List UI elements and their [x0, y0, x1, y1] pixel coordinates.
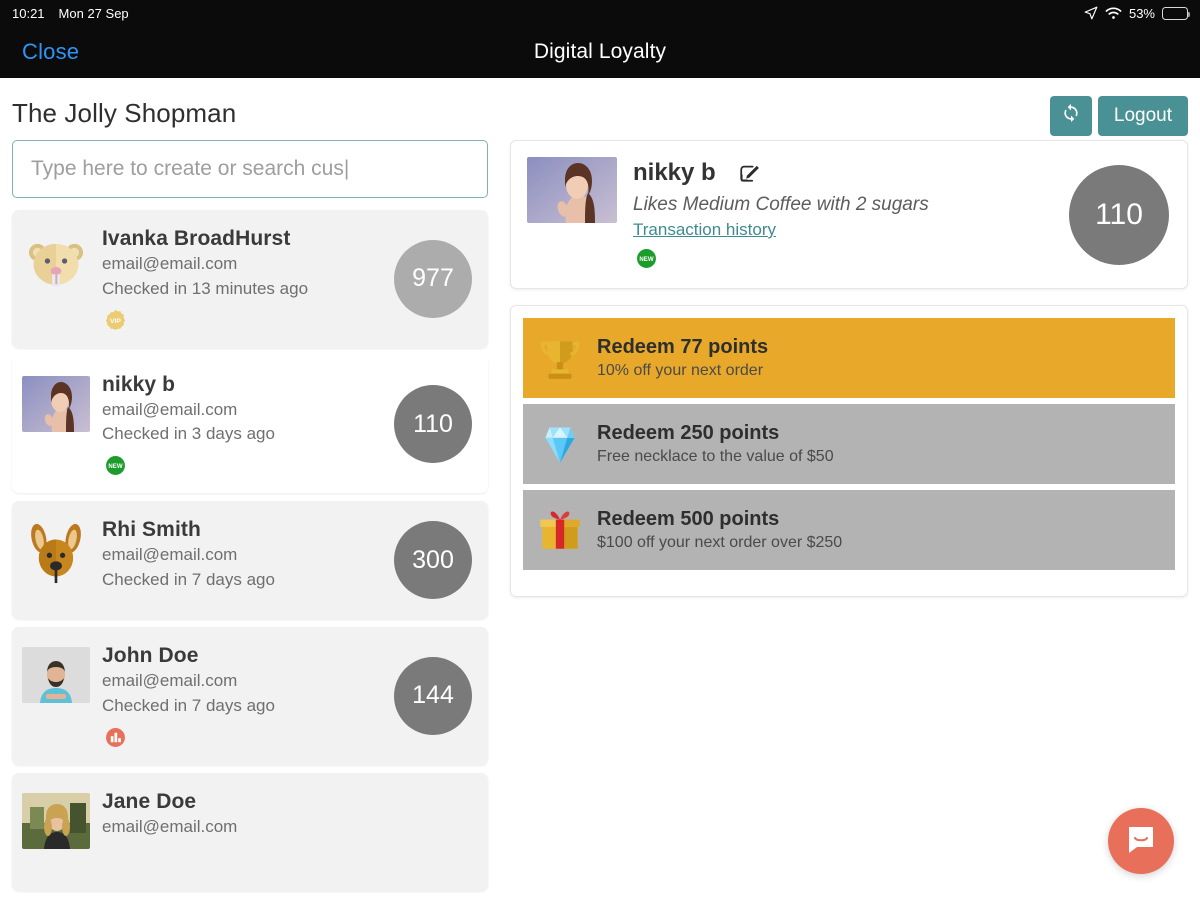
reward-title: Redeem 500 points [597, 508, 780, 531]
reward-row[interactable]: Redeem 500 points $100 off your next ord… [523, 490, 1175, 570]
customer-list: Ivanka BroadHurst email@email.com Checke… [12, 210, 488, 891]
search-input[interactable] [12, 140, 488, 198]
rewards-card: Redeem 77 points 10% off your next order [510, 305, 1188, 597]
detail-avatar [527, 157, 617, 223]
chat-bubble-icon [1125, 823, 1157, 860]
customer-name: Jane Doe [102, 789, 197, 813]
new-badge: NEW [102, 452, 129, 479]
gift-icon [533, 503, 587, 557]
photo-man-avatar [22, 647, 90, 704]
list-item[interactable]: John Doe email@email.com Checked in 7 da… [12, 627, 488, 765]
photo-woman2-avatar [22, 792, 90, 849]
list-item[interactable]: Rhi Smith email@email.com Checked in 7 d… [12, 501, 488, 620]
svg-text:VIP: VIP [110, 318, 121, 325]
logout-button[interactable]: Logout [1097, 96, 1188, 136]
customer-email: email@email.com [102, 816, 238, 836]
new-badge: NEW [633, 245, 660, 272]
wifi-icon [1105, 6, 1122, 20]
list-item-info: Jane Doe email@email.com [102, 787, 474, 840]
list-item[interactable]: nikky b email@email.com Checked in 3 day… [12, 355, 488, 494]
reward-subtitle: Free necklace to the value of $50 [597, 448, 834, 466]
detail-customer-name: nikky b [633, 159, 716, 186]
reward-text: Redeem 77 points 10% off your next order [597, 334, 768, 382]
reward-subtitle: $100 off your next order over $250 [597, 534, 843, 552]
chart-badge [102, 724, 129, 751]
status-date: Mon 27 Sep [58, 5, 129, 21]
reward-title: Redeem 77 points [597, 336, 769, 359]
page-body: The Jolly Shopman Logout Type here to cr… [0, 78, 1200, 900]
status-bar: 10:21 Mon 27 Sep 53% [0, 0, 1200, 26]
status-bar-left: 10:21 Mon 27 Sep [12, 6, 129, 21]
svg-text:NEW: NEW [639, 257, 653, 263]
status-time: 10:21 [12, 5, 45, 21]
trophy-icon [533, 331, 587, 385]
customer-detail-card: nikky b Likes Medium Coffee with 2 sugar… [510, 140, 1188, 289]
reward-text: Redeem 250 points Free necklace to the v… [597, 420, 834, 468]
close-button[interactable]: Close [22, 39, 79, 65]
header-actions: Logout [1049, 94, 1188, 136]
diamond-icon [533, 417, 587, 471]
hamster-avatar [22, 230, 90, 296]
battery-icon [1162, 6, 1191, 20]
main-columns: Ivanka BroadHurst email@email.com Checke… [0, 140, 1200, 891]
customer-list-column: Ivanka BroadHurst email@email.com Checke… [12, 140, 488, 891]
edit-pencil-icon[interactable] [738, 162, 760, 184]
title-bar: Close Digital Loyalty [0, 26, 1200, 78]
transaction-history-link[interactable]: Transaction history [633, 220, 776, 240]
page-title: Digital Loyalty [533, 40, 667, 63]
chat-widget-button[interactable] [1108, 808, 1174, 874]
shop-header: The Jolly Shopman Logout [0, 78, 1200, 140]
search-wrap [12, 140, 488, 198]
location-arrow-icon [1084, 6, 1098, 20]
reward-row[interactable]: Redeem 77 points 10% off your next order [523, 318, 1175, 398]
status-bar-right: 53% [1084, 5, 1191, 21]
svg-text:NEW: NEW [108, 464, 122, 470]
customer-detail-column: nikky b Likes Medium Coffee with 2 sugar… [510, 140, 1188, 597]
points-badge: 300 [394, 521, 472, 600]
kangaroo-avatar [22, 521, 90, 587]
reward-row[interactable]: Redeem 250 points Free necklace to the v… [523, 404, 1175, 484]
reward-text: Redeem 500 points $100 off your next ord… [597, 506, 842, 554]
refresh-icon [1061, 103, 1081, 129]
points-badge: 110 [394, 385, 472, 464]
list-item[interactable]: Ivanka BroadHurst email@email.com Checke… [12, 210, 488, 348]
refresh-button[interactable] [1049, 96, 1092, 136]
battery-percent-label: 53% [1128, 5, 1155, 21]
photo-woman-avatar [22, 375, 90, 432]
points-badge: 977 [394, 239, 472, 318]
points-badge: 144 [394, 656, 472, 735]
shop-name: The Jolly Shopman [12, 98, 237, 128]
list-item[interactable]: Jane Doe email@email.com [12, 772, 488, 891]
reward-title: Redeem 250 points [597, 422, 780, 445]
detail-points-badge: 110 [1069, 164, 1169, 265]
reward-subtitle: 10% off your next order [597, 362, 764, 380]
vip-badge: VIP [102, 307, 129, 334]
